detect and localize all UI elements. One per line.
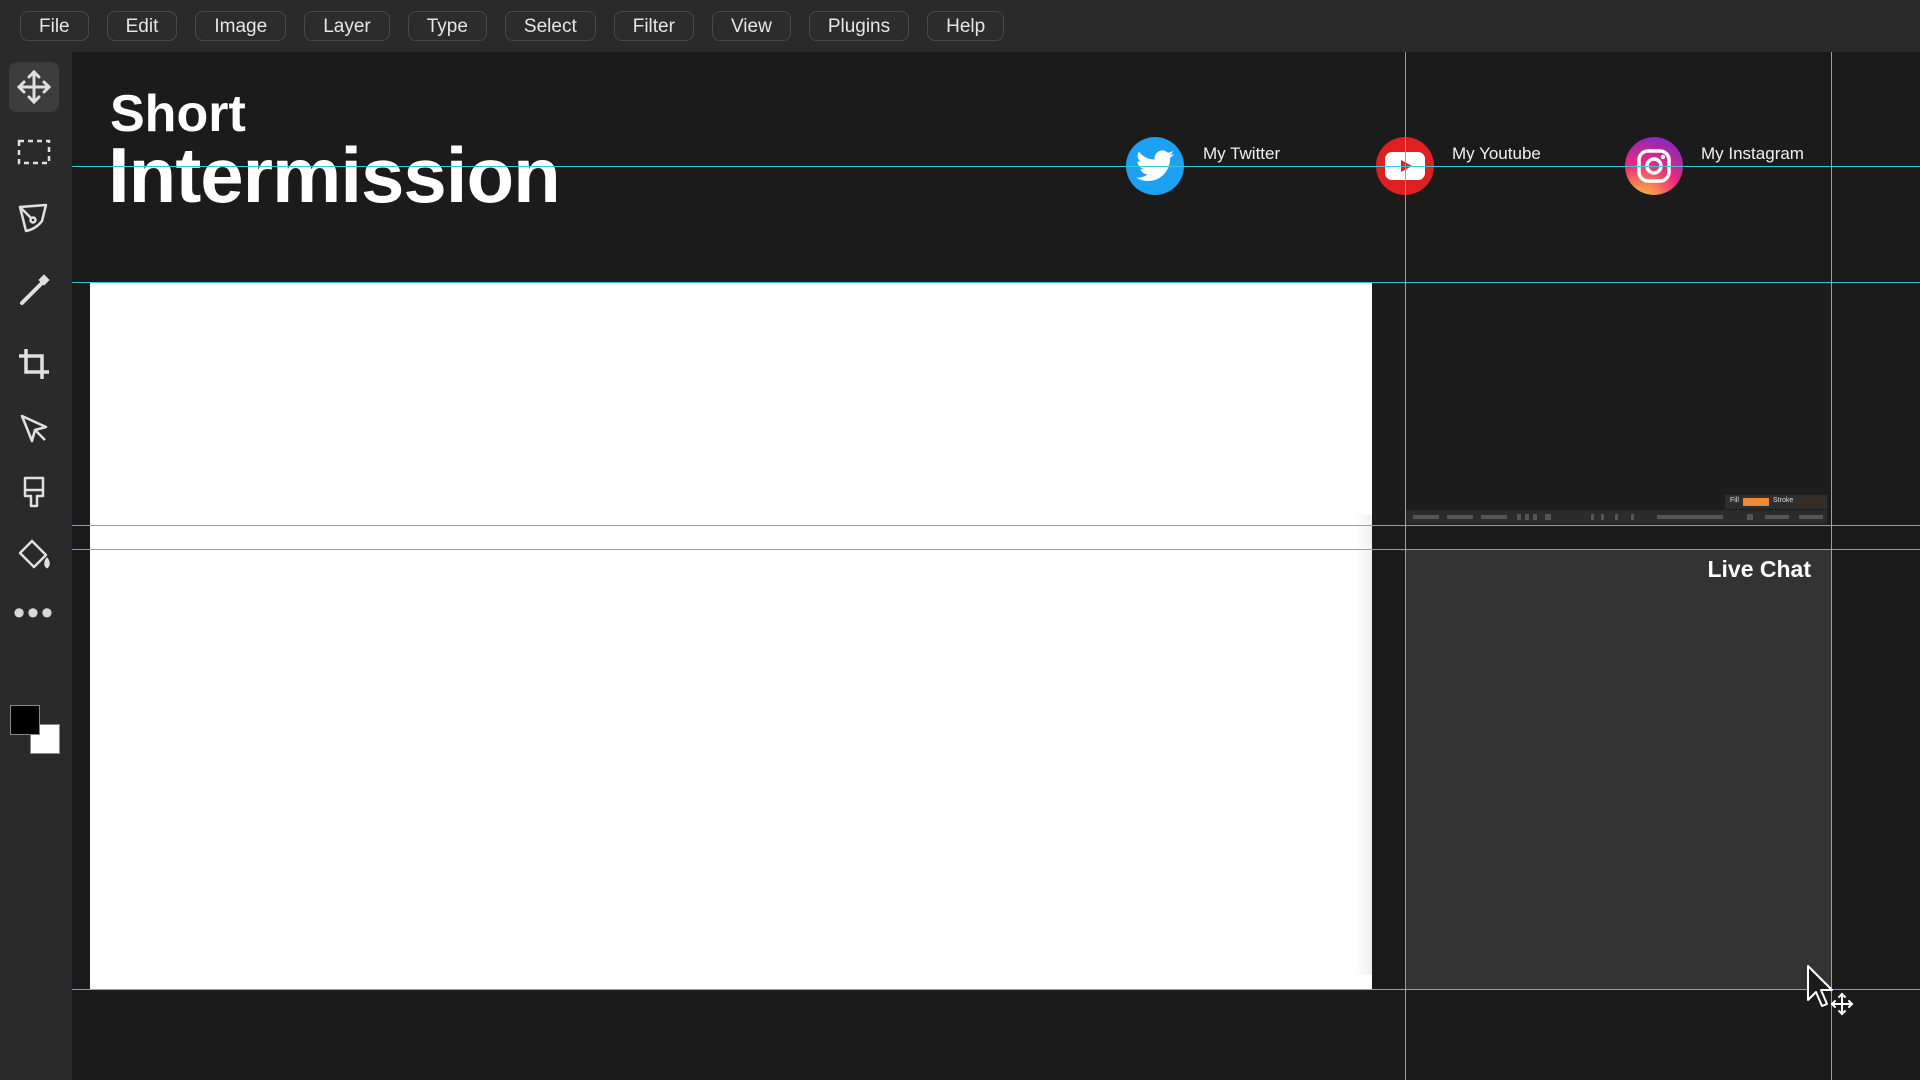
guide-horizontal[interactable] bbox=[72, 166, 1920, 167]
guide-horizontal[interactable] bbox=[72, 989, 1920, 990]
marquee-tool[interactable] bbox=[9, 127, 59, 177]
guide-vertical[interactable] bbox=[1405, 52, 1406, 1080]
menu-type[interactable]: Type bbox=[407, 11, 487, 41]
menu-edit[interactable]: Edit bbox=[106, 11, 178, 41]
title-main-text: Intermission bbox=[108, 131, 561, 219]
mini-toolbar bbox=[1405, 510, 1827, 524]
live-chat-panel[interactable]: Live Chat bbox=[1405, 550, 1832, 989]
mini-fill-stroke-bar: Fill Stroke bbox=[1725, 495, 1827, 509]
stamp-tool[interactable] bbox=[9, 467, 59, 517]
guide-horizontal[interactable] bbox=[72, 282, 1920, 283]
guide-vertical[interactable] bbox=[1831, 52, 1832, 1080]
menu-file[interactable]: File bbox=[20, 11, 89, 41]
video-frame-shadow bbox=[1355, 515, 1372, 975]
twitter-label: My Twitter bbox=[1203, 144, 1281, 163]
guide-horizontal[interactable] bbox=[72, 525, 1920, 526]
menu-layer[interactable]: Layer bbox=[304, 11, 390, 41]
mini-fill-label: Fill bbox=[1730, 497, 1739, 504]
arrow-select-icon bbox=[20, 414, 48, 443]
menu-view[interactable]: View bbox=[711, 11, 791, 41]
video-frame[interactable] bbox=[90, 282, 1372, 989]
crop-tool[interactable] bbox=[9, 339, 59, 389]
menu-select[interactable]: Select bbox=[504, 11, 596, 41]
mini-stroke-label: Stroke bbox=[1773, 497, 1794, 504]
tools-panel: ••• bbox=[0, 52, 72, 1080]
guide-horizontal[interactable] bbox=[72, 549, 1920, 550]
menu-bar: File Edit Image Layer Type Select Filter… bbox=[0, 0, 1920, 52]
brush-icon bbox=[20, 274, 50, 305]
brush-tool[interactable] bbox=[9, 266, 59, 316]
marquee-icon bbox=[17, 139, 51, 165]
menu-help[interactable]: Help bbox=[927, 11, 1005, 41]
paint-bucket-icon bbox=[18, 539, 50, 569]
webcam-panel[interactable] bbox=[1372, 282, 1832, 525]
move-tool[interactable] bbox=[9, 62, 59, 112]
crop-icon bbox=[19, 349, 49, 379]
fill-tool[interactable] bbox=[9, 530, 59, 580]
menu-plugins[interactable]: Plugins bbox=[808, 11, 910, 41]
pen-nib-icon bbox=[18, 203, 48, 233]
stamp-icon bbox=[23, 476, 45, 508]
mini-fill-swatch bbox=[1743, 498, 1769, 506]
mini-stroke-swatch bbox=[1797, 498, 1825, 506]
more-dots-icon: ••• bbox=[13, 594, 55, 632]
youtube-label: My Youtube bbox=[1452, 144, 1541, 163]
direct-select-tool[interactable] bbox=[9, 404, 59, 454]
foreground-color-swatch[interactable] bbox=[10, 705, 40, 735]
instagram-label: My Instagram bbox=[1701, 144, 1804, 163]
move-icon bbox=[16, 69, 52, 105]
pen-tool[interactable] bbox=[9, 194, 59, 244]
menu-filter[interactable]: Filter bbox=[613, 11, 694, 41]
more-tools[interactable]: ••• bbox=[9, 588, 59, 638]
move-cursor-icon bbox=[1806, 964, 1858, 1025]
live-chat-title: Live Chat bbox=[1707, 556, 1811, 582]
menu-image[interactable]: Image bbox=[195, 11, 287, 41]
